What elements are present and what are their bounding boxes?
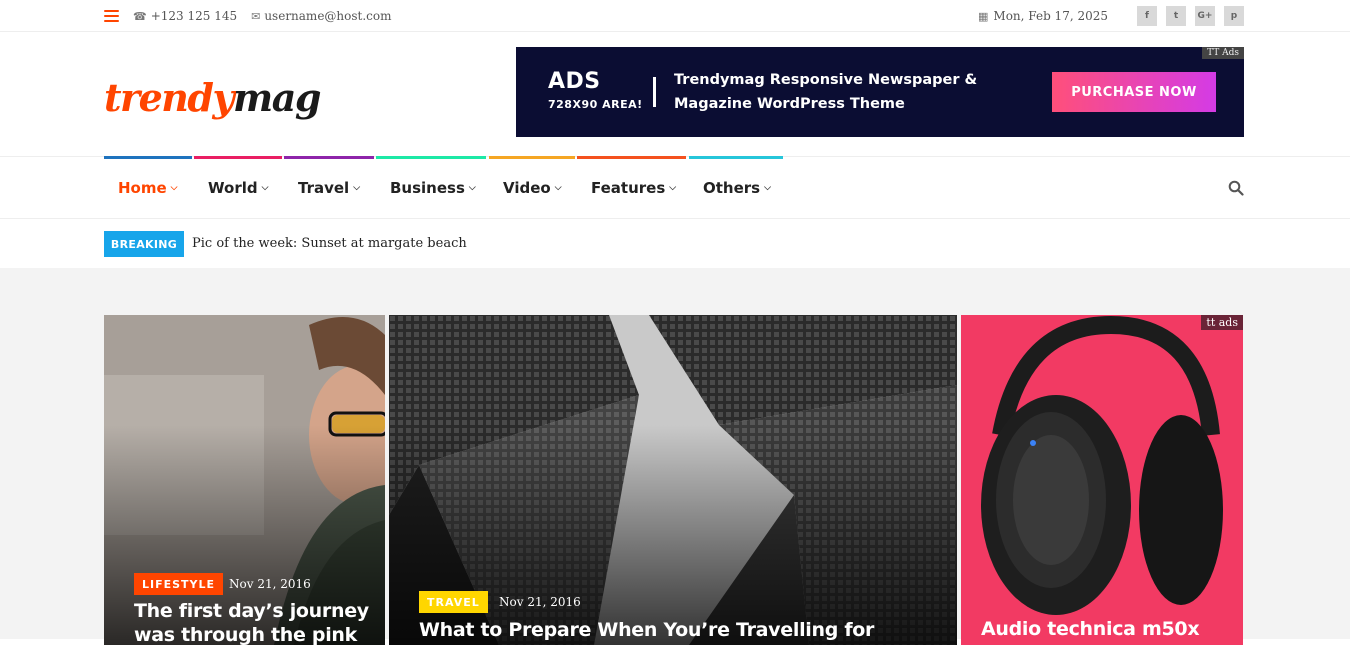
site-logo[interactable]: trendymag xyxy=(104,75,321,121)
nav-label: Home xyxy=(118,178,167,197)
nav-color-bar xyxy=(577,156,686,159)
breaking-badge: BREAKING xyxy=(104,231,184,257)
email-info[interactable]: ✉ username@host.com xyxy=(251,9,391,23)
header-ad-banner[interactable]: TT Ads ADS 728X90 AREA! Trendymag Respon… xyxy=(516,47,1244,137)
breaking-headline[interactable]: Pic of the week: Sunset at margate beach xyxy=(192,231,467,257)
nav-label: Others xyxy=(703,178,761,197)
featured-card-travel[interactable]: TRAVEL Nov 21, 2016 What to Prepare When… xyxy=(389,315,957,645)
ad-tag: tt ads xyxy=(1201,315,1243,330)
top-bar: ☎ +123 125 145 ✉ username@host.com ▦ Mon… xyxy=(0,0,1350,32)
nav-color-bar xyxy=(489,156,575,159)
email-address[interactable]: username@host.com xyxy=(264,9,391,23)
chevron-down-icon: ⌵ xyxy=(353,182,361,193)
purchase-now-button[interactable]: PURCHASE NOW xyxy=(1052,72,1216,112)
nav-item-video[interactable]: Video ⌵ xyxy=(489,156,575,218)
nav-color-bar xyxy=(689,156,783,159)
main-nav: Home ⌵ World ⌵ Travel ⌵ Business ⌵ Video ⌵ Fe… xyxy=(0,156,1350,219)
breaking-news-bar: BREAKING Pic of the week: Sunset at marg… xyxy=(0,219,1350,268)
nav-label: World xyxy=(208,178,258,197)
featured-card-lifestyle[interactable]: LIFESTYLE Nov 21, 2016 The first day’s j… xyxy=(104,315,385,645)
chevron-down-icon: ⌵ xyxy=(554,182,562,193)
post-date: Nov 21, 2016 xyxy=(499,595,581,609)
ad-size: 728X90 AREA! xyxy=(548,98,643,111)
facebook-icon[interactable]: f xyxy=(1137,6,1157,26)
category-badge[interactable]: TRAVEL xyxy=(419,591,488,613)
category-badge[interactable]: LIFESTYLE xyxy=(134,573,224,595)
nav-item-features[interactable]: Features ⌵ xyxy=(577,156,686,218)
nav-item-travel[interactable]: Travel ⌵ xyxy=(284,156,374,218)
nav-item-others[interactable]: Others ⌵ xyxy=(689,156,783,218)
calendar-icon: ▦ xyxy=(978,9,989,23)
google-plus-icon[interactable]: G+ xyxy=(1195,6,1215,26)
nav-item-business[interactable]: Business ⌵ xyxy=(376,156,486,218)
ad-title[interactable]: Audio technica m50x xyxy=(981,617,1241,641)
site-header: trendymag TT Ads ADS 728X90 AREA! Trendy… xyxy=(0,32,1350,157)
hamburger-menu-icon[interactable] xyxy=(104,10,119,22)
post-date: Nov 21, 2016 xyxy=(229,577,311,591)
chevron-down-icon: ⌵ xyxy=(669,182,677,193)
nav-label: Features xyxy=(591,178,666,197)
ad-divider xyxy=(653,77,656,107)
nav-color-bar xyxy=(194,156,282,159)
ad-description: Trendymag Responsive Newspaper & Magazin… xyxy=(674,72,978,112)
nav-label: Travel xyxy=(298,178,350,197)
chevron-down-icon: ⌵ xyxy=(468,182,476,193)
logo-part-mag: mag xyxy=(233,75,321,120)
post-title[interactable]: What to Prepare When You’re Travelling f… xyxy=(419,618,949,645)
nav-color-bar xyxy=(284,156,374,159)
logo-part-trendy: trendy xyxy=(104,75,235,120)
pinterest-icon[interactable]: p xyxy=(1224,6,1244,26)
current-date: ▦ Mon, Feb 17, 2025 xyxy=(978,9,1108,23)
nav-color-bar xyxy=(376,156,486,159)
date-text: Mon, Feb 17, 2025 xyxy=(993,9,1108,23)
featured-section: LIFESTYLE Nov 21, 2016 The first day’s j… xyxy=(0,268,1350,645)
chevron-down-icon: ⌵ xyxy=(764,182,771,193)
post-title[interactable]: The first day’s journey was through the … xyxy=(134,599,379,645)
phone-icon: ☎ xyxy=(133,9,147,23)
ad-heading: ADS xyxy=(548,69,601,94)
phone-info: ☎ +123 125 145 xyxy=(133,9,237,23)
phone-number: +123 125 145 xyxy=(150,9,238,23)
nav-label: Video xyxy=(503,178,551,197)
twitter-icon[interactable]: t xyxy=(1166,6,1186,26)
envelope-icon: ✉ xyxy=(251,9,261,23)
chevron-down-icon: ⌵ xyxy=(261,182,269,193)
nav-label: Business xyxy=(390,178,465,197)
nav-color-bar xyxy=(104,156,192,159)
ad-tag: TT Ads xyxy=(1202,47,1244,59)
sidebar-ad-card[interactable]: tt ads Audio technica m50x xyxy=(961,315,1243,645)
headphones-photo xyxy=(961,315,1243,645)
chevron-down-icon: ⌵ xyxy=(170,182,178,193)
search-icon[interactable] xyxy=(1228,180,1244,196)
nav-item-home[interactable]: Home ⌵ xyxy=(104,156,192,218)
nav-item-world[interactable]: World ⌵ xyxy=(194,156,282,218)
